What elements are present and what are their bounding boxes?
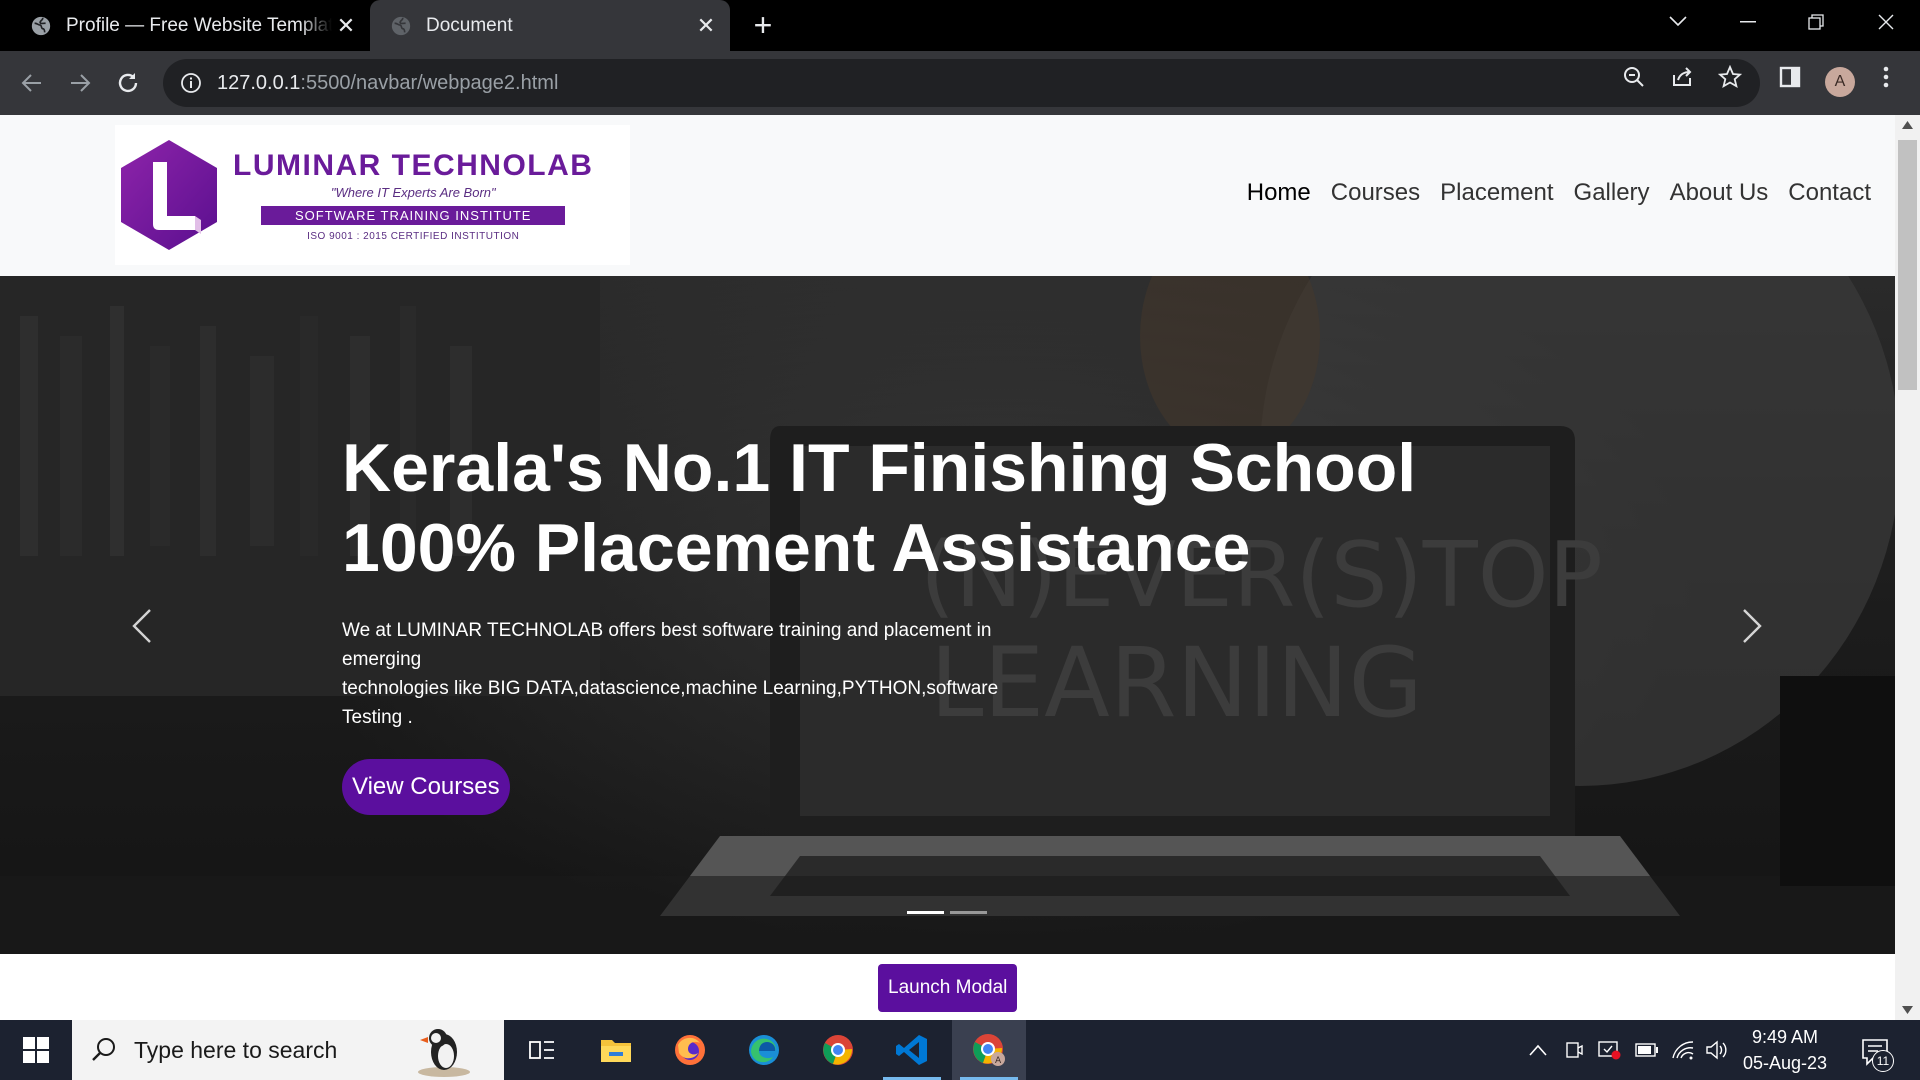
logo-wordmark: LUMINAR TECHNOLAB "Where IT Experts Are … — [233, 149, 593, 242]
windows-taskbar: Type here to search A 9:49 AM 05-Aug-23 … — [0, 1020, 1920, 1080]
tab-title: Document — [426, 14, 513, 36]
close-tab-icon[interactable]: ✕ — [692, 12, 720, 40]
tab-title: Profile — Free Website Template — [66, 14, 332, 36]
hero-carousel: (N)EVER(S)TOP LEARNING Kerala's No.1 IT … — [0, 276, 1895, 954]
globe-icon — [31, 16, 51, 35]
close-window-icon[interactable] — [1858, 0, 1914, 44]
logo-band: SOFTWARE TRAINING INSTITUTE — [261, 205, 566, 225]
carousel-indicator-2[interactable] — [950, 911, 987, 914]
notification-count-badge: 11 — [1872, 1050, 1894, 1072]
nav-about-us[interactable]: About Us — [1670, 179, 1769, 207]
hero-title-line1: Kerala's No.1 IT Finishing School — [342, 430, 1417, 506]
info-icon[interactable] — [179, 71, 203, 95]
forward-arrow-icon[interactable] — [62, 65, 98, 101]
nav-courses[interactable]: Courses — [1331, 179, 1420, 207]
luminar-logo-icon — [121, 140, 217, 250]
logo-iso: ISO 9001 : 2015 CERTIFIED INSTITUTION — [307, 230, 520, 242]
hero-desc-line2: emerging — [342, 649, 422, 670]
nav-home[interactable]: Home — [1247, 179, 1311, 207]
show-hidden-icons-icon[interactable] — [1525, 1036, 1551, 1064]
url-host: 127.0.0.1 — [217, 71, 301, 94]
nav-placement[interactable]: Placement — [1440, 179, 1553, 207]
carousel-prev-icon[interactable] — [122, 596, 162, 656]
hero-background-image: (N)EVER(S)TOP LEARNING — [0, 276, 1895, 954]
close-tab-icon[interactable]: ✕ — [332, 12, 360, 40]
view-courses-button[interactable]: View Courses — [342, 759, 510, 815]
restore-icon[interactable] — [1788, 0, 1844, 44]
wifi-icon[interactable] — [1670, 1036, 1696, 1064]
hero-desc-line1: We at LUMINAR TECHNOLAB offers best soft… — [342, 620, 992, 641]
nav-gallery[interactable]: Gallery — [1574, 179, 1650, 207]
url-text: 127.0.0.1:5500/navbar/webpage2.html — [217, 72, 558, 95]
reload-icon[interactable] — [110, 65, 146, 101]
chrome-icon[interactable] — [801, 1020, 875, 1080]
menu-kebab-icon[interactable] — [1868, 59, 1904, 95]
zoom-icon[interactable] — [1616, 59, 1652, 95]
clock-date: 05-Aug-23 — [1742, 1053, 1828, 1073]
chrome-profile-icon[interactable]: A — [952, 1020, 1026, 1080]
carousel-next-icon[interactable] — [1732, 596, 1772, 656]
main-nav: Home Courses Placement Gallery About Us … — [1227, 179, 1871, 207]
hero-description: We at LUMINAR TECHNOLAB offers best soft… — [342, 616, 1012, 732]
scroll-up-icon[interactable] — [1902, 121, 1913, 129]
share-icon[interactable] — [1664, 59, 1700, 95]
launch-modal-button[interactable]: Launch Modal — [878, 964, 1018, 1012]
volume-icon[interactable] — [1704, 1036, 1730, 1064]
minimize-icon[interactable] — [1720, 0, 1776, 44]
nav-contact[interactable]: Contact — [1788, 179, 1871, 207]
svg-text:A: A — [995, 1056, 1002, 1066]
hero-title: Kerala's No.1 IT Finishing School 100% P… — [342, 428, 1416, 588]
puffin-bird-icon — [418, 1029, 470, 1077]
security-alert-icon[interactable] — [1596, 1036, 1622, 1064]
taskbar-search-input[interactable]: Type here to search — [72, 1020, 504, 1080]
address-bar[interactable]: 127.0.0.1:5500/navbar/webpage2.html — [163, 59, 1760, 107]
logo-name: LUMINAR TECHNOLAB — [233, 148, 594, 182]
firefox-icon[interactable] — [653, 1020, 727, 1080]
taskbar-clock[interactable]: 9:49 AM 05-Aug-23 — [1730, 1024, 1840, 1076]
side-panel-icon[interactable] — [1772, 59, 1808, 95]
vscode-icon[interactable] — [875, 1020, 949, 1080]
edge-icon[interactable] — [727, 1020, 801, 1080]
clock-time: 9:49 AM — [1751, 1027, 1819, 1047]
hero-title-line2: 100% Placement Assistance — [342, 510, 1251, 586]
bookmark-star-icon[interactable] — [1712, 59, 1748, 95]
hero-desc-line4: Testing . — [342, 707, 413, 728]
profile-avatar[interactable]: A — [1825, 67, 1855, 97]
windows-start-icon[interactable] — [0, 1020, 72, 1080]
site-logo[interactable]: LUMINAR TECHNOLAB "Where IT Experts Are … — [115, 125, 630, 265]
search-icon — [92, 1038, 115, 1061]
site-navbar: LUMINAR TECHNOLAB "Where IT Experts Are … — [0, 115, 1895, 276]
browser-toolbar: 127.0.0.1:5500/navbar/webpage2.html A — [0, 51, 1920, 115]
page-viewport: LUMINAR TECHNOLAB "Where IT Experts Are … — [0, 115, 1895, 1020]
browser-tab-strip: Profile — Free Website Template ✕ Docume… — [0, 0, 1920, 51]
file-explorer-icon[interactable] — [579, 1020, 653, 1080]
scroll-down-icon[interactable] — [1902, 1006, 1913, 1014]
tab-document[interactable]: Document ✕ — [370, 0, 730, 51]
battery-icon[interactable] — [1634, 1036, 1660, 1064]
carousel-indicators — [907, 911, 993, 914]
meet-now-icon[interactable] — [1561, 1036, 1587, 1064]
tab-profile[interactable]: Profile — Free Website Template ✕ — [0, 0, 370, 51]
hero-desc-line3: technologies like BIG DATA,datascience,m… — [342, 678, 999, 699]
logo-tagline: "Where IT Experts Are Born" — [330, 184, 496, 200]
url-path: :5500/navbar/webpage2.html — [300, 71, 559, 94]
carousel-indicator-1[interactable] — [907, 911, 944, 914]
search-placeholder: Type here to search — [134, 1036, 338, 1063]
task-view-icon[interactable] — [505, 1020, 579, 1080]
scroll-thumb[interactable] — [1898, 140, 1917, 390]
tab-search-icon[interactable] — [1650, 0, 1706, 44]
globe-icon — [391, 16, 411, 35]
back-arrow-icon[interactable] — [14, 65, 50, 101]
new-tab-button[interactable]: + — [746, 7, 780, 43]
